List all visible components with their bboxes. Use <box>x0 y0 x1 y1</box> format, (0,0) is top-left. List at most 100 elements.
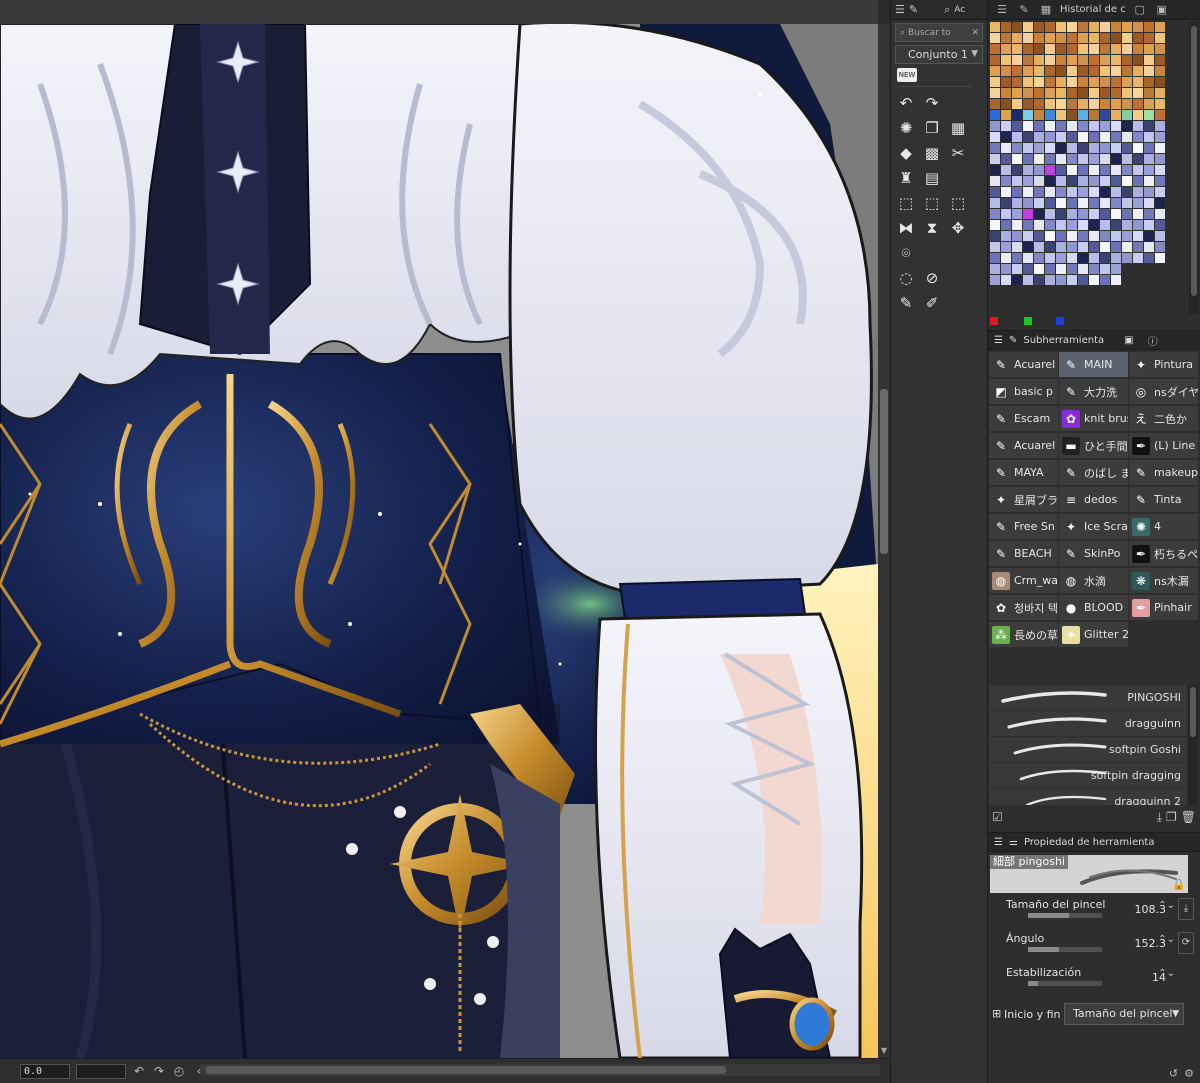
color-swatch[interactable] <box>990 198 1001 209</box>
subtool-item[interactable]: ✎ Acuarel <box>989 433 1058 458</box>
color-swatch[interactable] <box>1056 209 1067 220</box>
subtool-item[interactable]: ✎ Acuarel <box>989 352 1058 377</box>
color-swatch[interactable] <box>1001 253 1012 264</box>
color-swatch[interactable] <box>1133 22 1144 33</box>
color-swatch[interactable] <box>1045 242 1056 253</box>
color-swatch[interactable] <box>1078 187 1089 198</box>
subtool-item[interactable]: ◎ nsダイヤ <box>1129 379 1198 404</box>
color-swatch[interactable] <box>1144 88 1155 99</box>
drawing-canvas[interactable] <box>0 0 878 1058</box>
color-swatch[interactable] <box>1133 275 1144 286</box>
subtool-item[interactable]: ◍ 水滴 <box>1059 568 1128 593</box>
color-swatch[interactable] <box>1078 44 1089 55</box>
color-swatch[interactable] <box>1012 22 1023 33</box>
inicio-fin-dropdown[interactable]: Tamaño del pincel ▼ <box>1064 1003 1184 1025</box>
color-swatch[interactable] <box>1144 253 1155 264</box>
color-swatch[interactable] <box>1155 242 1166 253</box>
color-swatch[interactable] <box>1034 99 1045 110</box>
property-slider[interactable] <box>1028 913 1102 918</box>
color-swatch[interactable] <box>1001 187 1012 198</box>
color-swatch[interactable] <box>1056 110 1067 121</box>
color-swatch[interactable] <box>1045 66 1056 77</box>
color-swatch[interactable] <box>1023 253 1034 264</box>
color-swatch[interactable] <box>1144 33 1155 44</box>
color-swatch[interactable] <box>1089 44 1100 55</box>
color-swatch[interactable] <box>1144 143 1155 154</box>
color-swatch[interactable] <box>1089 22 1100 33</box>
color-swatch[interactable] <box>1078 264 1089 275</box>
color-swatch[interactable] <box>1122 44 1133 55</box>
color-swatch[interactable] <box>1133 242 1144 253</box>
color-swatch[interactable] <box>1111 143 1122 154</box>
color-swatch[interactable] <box>1023 165 1034 176</box>
color-swatch[interactable] <box>1001 209 1012 220</box>
subtool-settings-icon[interactable]: ☑ <box>992 810 1003 824</box>
color-swatch[interactable] <box>1001 198 1012 209</box>
brush-list-scrollbar[interactable] <box>1188 685 1198 805</box>
color-swatch[interactable] <box>1078 55 1089 66</box>
color-swatch[interactable] <box>1133 110 1144 121</box>
menu-icon[interactable]: ☰ <box>994 837 1003 848</box>
color-swatch[interactable] <box>1144 187 1155 198</box>
spinner-icon[interactable]: ⌃⌄ <box>1158 968 1175 979</box>
color-swatch[interactable] <box>1144 55 1155 66</box>
color-swatch[interactable] <box>990 253 1001 264</box>
color-swatch[interactable] <box>1111 55 1122 66</box>
color-swatch[interactable] <box>1122 143 1133 154</box>
color-swatch[interactable] <box>1133 143 1144 154</box>
color-swatch[interactable] <box>1001 22 1012 33</box>
color-swatch[interactable] <box>1012 110 1023 121</box>
subtool-item[interactable]: ✎ MAIN <box>1059 352 1128 377</box>
color-swatch[interactable] <box>1111 33 1122 44</box>
color-swatch[interactable] <box>1045 121 1056 132</box>
color-swatch[interactable] <box>1100 99 1111 110</box>
color-swatch[interactable] <box>1012 55 1023 66</box>
color-swatch[interactable] <box>1045 154 1056 165</box>
color-swatch[interactable] <box>1122 242 1133 253</box>
color-swatch[interactable] <box>1001 77 1012 88</box>
stamp-icon[interactable]: ♜ <box>894 167 918 189</box>
color-swatch[interactable] <box>1001 55 1012 66</box>
color-swatch[interactable] <box>1067 55 1078 66</box>
color-swatch[interactable] <box>1012 44 1023 55</box>
color-swatch[interactable] <box>1111 88 1122 99</box>
import-icon[interactable]: ⤓ <box>1157 810 1162 825</box>
color-swatch[interactable] <box>990 132 1001 143</box>
color-swatch[interactable] <box>1078 220 1089 231</box>
color-set-tab-icon[interactable]: ▦ <box>1038 3 1054 17</box>
color-swatch[interactable] <box>1012 176 1023 187</box>
subtool-item[interactable]: ✦ Pintura <box>1129 352 1198 377</box>
color-swatch[interactable] <box>1034 275 1045 286</box>
subtool-item[interactable]: ✦ Ice Scra <box>1059 514 1128 539</box>
subtool-item[interactable]: ✿ knit brus <box>1059 406 1128 431</box>
color-swatch[interactable] <box>1034 176 1045 187</box>
color-swatch[interactable] <box>1100 231 1111 242</box>
color-swatch[interactable] <box>1122 198 1133 209</box>
copy-icon[interactable]: ❐ <box>920 117 944 139</box>
eyedropper-icon[interactable]: ✐ <box>920 292 944 314</box>
color-swatch[interactable] <box>1034 231 1045 242</box>
color-swatch[interactable] <box>1144 231 1155 242</box>
color-swatch[interactable] <box>1056 253 1067 264</box>
color-swatch[interactable] <box>1067 22 1078 33</box>
color-swatch[interactable] <box>990 44 1001 55</box>
color-swatch[interactable] <box>1012 165 1023 176</box>
color-swatch[interactable] <box>1056 99 1067 110</box>
color-swatch[interactable] <box>1045 110 1056 121</box>
color-swatch[interactable] <box>1089 198 1100 209</box>
subtool-item[interactable]: ◩ basic p <box>989 379 1058 404</box>
color-swatch[interactable] <box>1144 99 1155 110</box>
color-swatch[interactable] <box>1078 198 1089 209</box>
color-swatch[interactable] <box>1023 22 1034 33</box>
color-swatch[interactable] <box>1012 77 1023 88</box>
color-swatch[interactable] <box>1067 77 1078 88</box>
color-swatch[interactable] <box>1045 88 1056 99</box>
color-swatch[interactable] <box>990 209 1001 220</box>
color-swatch[interactable] <box>1078 88 1089 99</box>
color-swatch[interactable] <box>1155 121 1166 132</box>
color-swatch[interactable] <box>1045 132 1056 143</box>
color-swatch[interactable] <box>1155 264 1166 275</box>
color-swatch[interactable] <box>1078 33 1089 44</box>
search-tab-icon[interactable]: ⌕ <box>944 3 950 17</box>
color-swatch[interactable] <box>1023 209 1034 220</box>
